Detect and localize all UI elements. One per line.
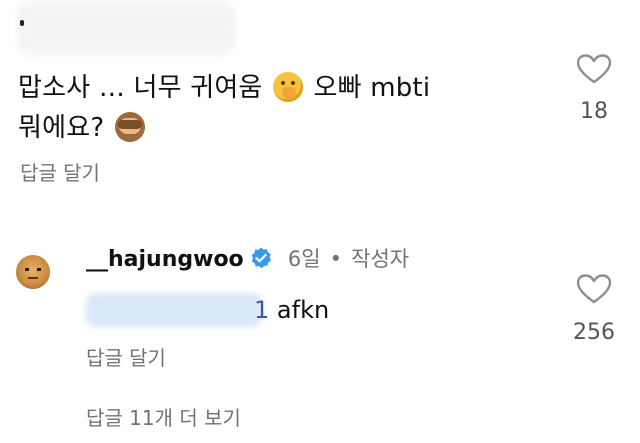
reply-time: 6일 <box>287 247 321 271</box>
author-label: 작성자 <box>351 247 410 271</box>
view-more-replies-button[interactable]: 답글 11개 더 보기 <box>86 402 241 431</box>
heart-icon[interactable] <box>577 274 611 304</box>
like-count: 256 <box>573 320 615 345</box>
meta-separator: • <box>329 247 343 271</box>
avatar[interactable] <box>16 255 50 289</box>
comment-body: 맙소사 … 너무 귀여움 오빠 mbti 뭐에요? <box>18 68 558 148</box>
reply-text: 1 afkn <box>254 296 329 324</box>
blurred-mention <box>86 293 262 327</box>
comment-text-line1: 맙소사 … 너무 귀여움 <box>18 73 263 103</box>
reply-username[interactable]: __hajungwoo <box>86 247 244 272</box>
username-fragment <box>20 20 24 26</box>
comment-text-line1-tail: 오빠 mbti <box>313 73 431 103</box>
blurred-username <box>18 2 236 54</box>
mention-tail[interactable]: 1 <box>254 296 269 324</box>
shushing-face-icon <box>273 72 304 102</box>
comment-text-line2: 뭐에요? <box>18 113 105 143</box>
like-count: 18 <box>580 99 608 124</box>
reply-header: __hajungwoo 6일 • 작성자 <box>86 243 409 273</box>
reply-body: afkn <box>276 296 330 324</box>
heart-icon[interactable] <box>577 54 611 84</box>
reply-button[interactable]: 답글 달기 <box>20 157 100 186</box>
see-no-evil-monkey-icon <box>114 112 145 142</box>
verified-badge-icon <box>249 246 273 270</box>
reply-button[interactable]: 답글 달기 <box>86 342 166 371</box>
